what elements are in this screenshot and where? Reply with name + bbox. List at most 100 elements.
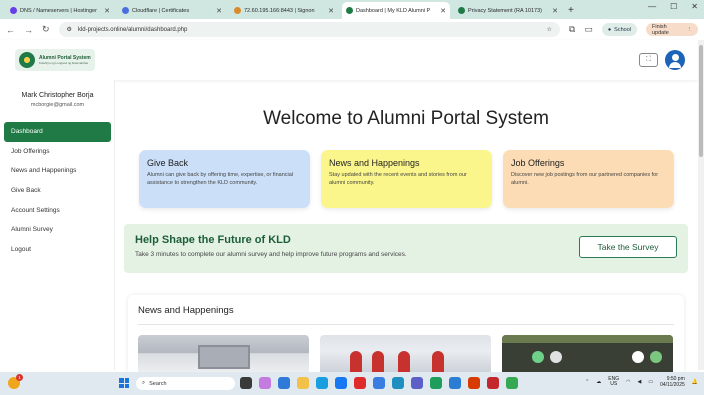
powerpoint-icon[interactable] — [468, 377, 480, 389]
thumbnail-banner-strip — [502, 335, 673, 343]
window-controls: — ☐ ✕ — [648, 2, 698, 11]
close-tab-icon[interactable]: ✕ — [440, 7, 446, 15]
news-thumbnail[interactable] — [502, 335, 673, 375]
reload-icon[interactable]: ↻ — [42, 24, 50, 35]
survey-banner: Help Shape the Future of KLD Take 3 minu… — [124, 224, 688, 273]
plesk-favicon-icon — [234, 7, 241, 14]
more-menu-icon: ⋮ — [686, 26, 693, 33]
take-survey-button[interactable]: Take the Survey — [579, 236, 677, 258]
browser-tab[interactable]: DNS / Nameservers | Hostinger ✕ — [6, 2, 114, 19]
hallway-door-shape — [198, 345, 250, 369]
acrobat-icon[interactable] — [487, 377, 499, 389]
news-card[interactable]: News and Happenings Stay updated with th… — [321, 150, 492, 208]
news-section: News and Happenings — [128, 295, 684, 375]
facebook-icon[interactable] — [335, 377, 347, 389]
app-icon[interactable] — [392, 377, 404, 389]
url-omnibox[interactable]: ⚙ kld-projects.online/alumni/dashboard.p… — [58, 22, 560, 37]
battery-icon[interactable]: ▭ — [648, 379, 653, 385]
address-bar-row: ← → ↻ ⚙ kld-projects.online/alumni/dashb… — [0, 19, 704, 40]
forward-arrow-icon[interactable]: → — [24, 25, 33, 35]
kld-favicon-icon — [458, 7, 465, 14]
weather-widget-icon[interactable]: 1 — [8, 374, 23, 389]
kld-favicon-icon — [346, 7, 353, 14]
edge-icon[interactable] — [316, 377, 328, 389]
sidebar-item-dashboard[interactable]: Dashboard — [4, 122, 111, 142]
fullscreen-toggle-button[interactable]: ⛶ — [639, 53, 658, 67]
close-tab-icon[interactable]: ✕ — [328, 7, 334, 15]
close-tab-icon[interactable]: ✕ — [552, 7, 558, 15]
sidebar-item-account-settings[interactable]: Account Settings — [4, 200, 111, 220]
taskbar-search[interactable]: ⌕ Search — [136, 377, 235, 390]
start-windows-icon[interactable] — [119, 378, 129, 388]
page-title: Welcome to Alumni Portal System — [263, 108, 549, 129]
cloudflare-favicon-icon — [122, 7, 129, 14]
hostinger-favicon-icon — [10, 7, 17, 14]
job-offerings-card[interactable]: Job Offerings Discover new job postings … — [503, 150, 674, 208]
chevron-up-icon[interactable]: ⌃ — [585, 379, 589, 385]
card-description: Alumni can give back by offering time, e… — [147, 172, 294, 186]
news-section-title: News and Happenings — [138, 305, 234, 316]
browser-tab-active[interactable]: Dashboard | My KLD Alumni P ✕ — [342, 2, 450, 19]
profile-chip[interactable]: ● School — [601, 23, 637, 36]
onedrive-icon[interactable] — [373, 377, 385, 389]
sidebar-item-alumni-survey[interactable]: Alumni Survey — [4, 220, 111, 240]
browser-tab[interactable]: Privacy Statement (RA 10173) ✕ — [454, 2, 562, 19]
card-description: Stay updated with the recent events and … — [329, 172, 467, 186]
teams-icon[interactable] — [411, 377, 423, 389]
avatar-body — [669, 62, 681, 68]
sdg-icon — [632, 351, 644, 363]
file-explorer-icon[interactable] — [297, 377, 309, 389]
scrollbar-thumb[interactable] — [699, 45, 703, 157]
sidebar-item-news[interactable]: News and Happenings — [4, 161, 111, 181]
browser-tab[interactable]: 72.60.195.166:8443 | Signon ✕ — [230, 2, 338, 19]
sdg-icon — [550, 351, 562, 363]
give-back-card[interactable]: Give Back Alumni can give back by offeri… — [139, 150, 310, 208]
sidebar-panel-icon[interactable]: ▭ — [584, 24, 593, 35]
sidebar-item-job-offerings[interactable]: Job Offerings — [4, 142, 111, 162]
volume-icon[interactable]: ◀ — [638, 379, 642, 385]
card-description: Discover new job postings from our partn… — [511, 172, 659, 186]
close-tab-icon[interactable]: ✕ — [104, 7, 110, 15]
word-icon[interactable] — [449, 377, 461, 389]
banner-title: Help Shape the Future of KLD — [135, 234, 291, 246]
extensions-icon[interactable]: ⧉ — [569, 24, 575, 35]
card-title: Give Back — [147, 158, 189, 168]
wifi-icon[interactable]: ◠ — [626, 379, 630, 385]
news-thumbnail[interactable] — [138, 335, 309, 375]
system-tray: ⌃ ☁ ENG US ◠ ◀ ▭ 9:50 pm 04/11/2025 🔔 — [585, 376, 698, 388]
task-view-icon[interactable] — [240, 377, 252, 389]
page-header — [0, 40, 698, 80]
youtube-icon[interactable] — [354, 377, 366, 389]
user-name: Mark Christopher Borja — [21, 92, 94, 99]
notifications-bell-icon[interactable]: 🔔 — [692, 379, 698, 385]
card-title: News and Happenings — [329, 158, 420, 168]
app-icon[interactable] — [278, 377, 290, 389]
chrome-icon[interactable] — [506, 377, 518, 389]
site-info-icon[interactable]: ⚙ — [67, 26, 72, 33]
minimize-button[interactable]: — — [648, 2, 656, 11]
back-arrow-icon[interactable]: ← — [6, 25, 15, 35]
bookmark-star-icon[interactable]: ☆ — [547, 26, 552, 33]
taskbar-app-icons — [240, 377, 518, 389]
finish-update-button[interactable]: Finish update ⋮ — [646, 23, 698, 36]
copilot-icon[interactable] — [259, 377, 271, 389]
user-avatar-icon[interactable] — [665, 50, 685, 70]
close-window-button[interactable]: ✕ — [691, 2, 698, 11]
close-tab-icon[interactable]: ✕ — [216, 7, 222, 15]
logo-subtitle: Kolehiyo ng Lungsod ng Dasmariñas — [39, 61, 89, 65]
url-text[interactable]: kld-projects.online/alumni/dashboard.php — [78, 27, 541, 33]
sidebar-item-give-back[interactable]: Give Back — [4, 181, 111, 201]
sidebar-item-logout[interactable]: Logout — [4, 240, 111, 260]
site-logo[interactable]: Alumni Portal System Kolehiyo ng Lungsod… — [15, 49, 95, 71]
browser-tab-strip: DNS / Nameservers | Hostinger ✕ Cloudfla… — [0, 0, 704, 19]
kld-seal-icon — [19, 52, 35, 68]
news-thumbnail[interactable] — [320, 335, 491, 375]
clock[interactable]: 9:50 pm 04/11/2025 — [660, 376, 685, 388]
excel-icon[interactable] — [430, 377, 442, 389]
browser-tab[interactable]: Cloudflare | Certificates ✕ — [118, 2, 226, 19]
language-indicator[interactable]: ENG US — [608, 376, 619, 388]
cloud-icon[interactable]: ☁ — [596, 379, 601, 385]
avatar-head — [671, 54, 679, 61]
new-tab-button[interactable]: + — [566, 5, 580, 19]
maximize-button[interactable]: ☐ — [670, 2, 677, 11]
